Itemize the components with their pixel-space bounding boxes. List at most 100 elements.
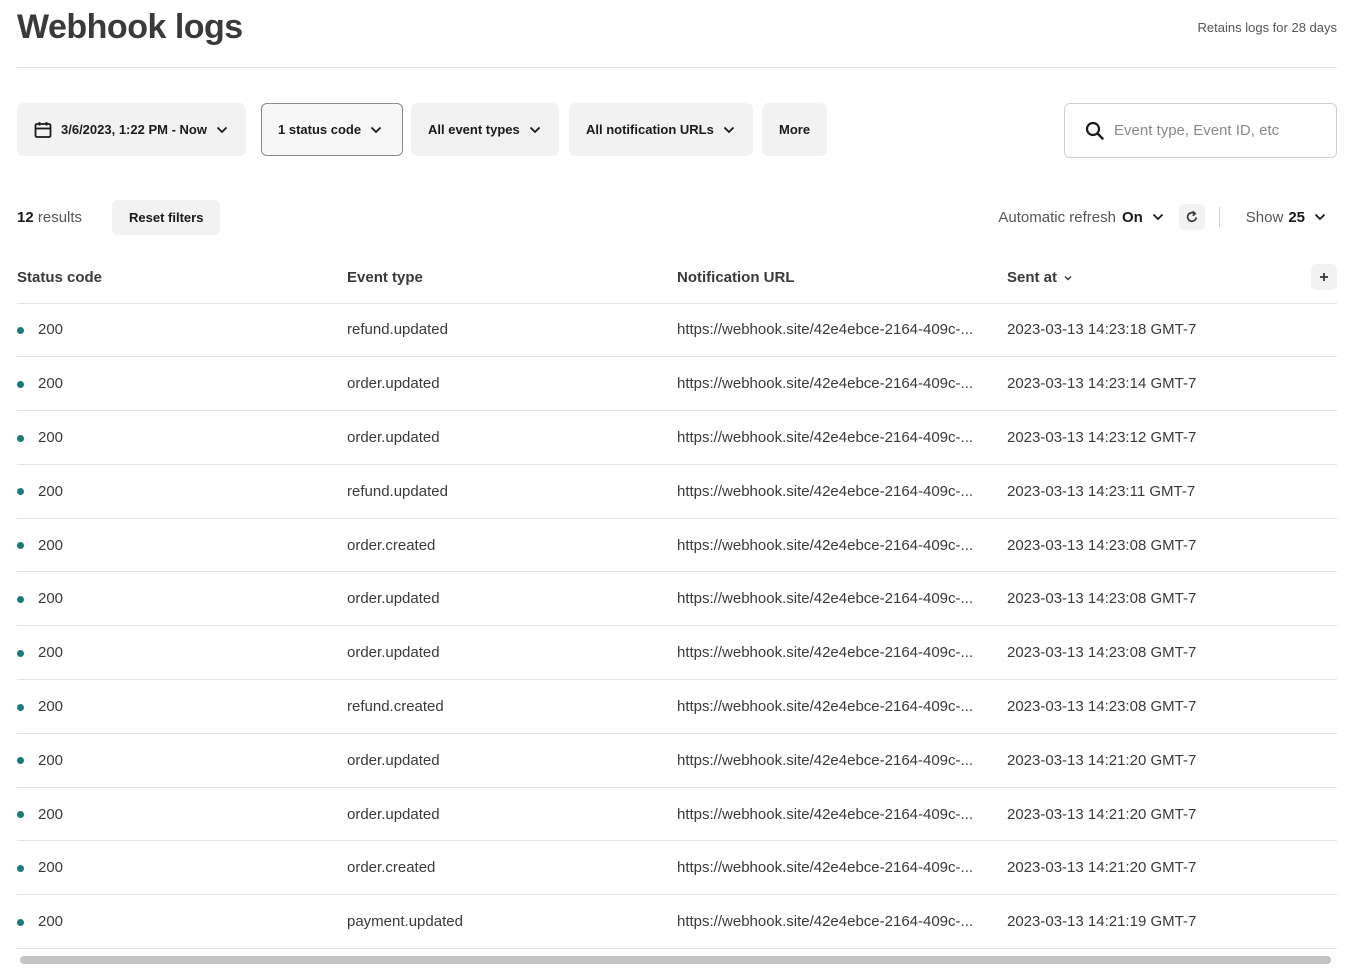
notification-url-cell: https://webhook.site/42e4ebce-2164-409c-… [677,464,1007,518]
empty-cell [1307,357,1337,411]
webhook-logs-table: Status code Event type Notification URL … [17,248,1337,949]
status-cell: 200 [17,357,347,411]
status-cell: 200 [17,464,347,518]
page-size-label: Show [1246,209,1284,226]
empty-cell [1307,841,1337,895]
empty-cell [1307,733,1337,787]
empty-cell [1307,303,1337,357]
empty-cell [1307,787,1337,841]
column-header-notification-url[interactable]: Notification URL [677,248,1007,303]
horizontal-scrollbar[interactable] [17,952,1337,966]
add-column-button[interactable] [1311,264,1337,290]
notification-url-cell: https://webhook.site/42e4ebce-2164-409c-… [677,357,1007,411]
table-row[interactable]: 200 order.updated https://webhook.site/4… [17,787,1337,841]
event-types-filter-label: All event types [428,122,520,137]
status-code: 200 [38,913,63,930]
notification-url: https://webhook.site/42e4ebce-2164-409c-… [677,483,1002,500]
toolbar-divider [1219,207,1220,227]
status-cell: 200 [17,572,347,626]
notification-urls-filter[interactable]: All notification URLs [569,103,753,156]
status-dot-icon [17,704,24,711]
results-label: results [38,209,82,226]
automatic-refresh-select[interactable]: Automatic refresh On [998,209,1164,226]
table-row[interactable]: 200 order.updated https://webhook.site/4… [17,572,1337,626]
more-filters-button[interactable]: More [762,103,827,156]
column-header-sent-at[interactable]: Sent at [1007,248,1307,303]
status-code: 200 [38,644,63,661]
column-header-sent-at-label: Sent at [1007,269,1057,286]
table-row[interactable]: 200 order.created https://webhook.site/4… [17,841,1337,895]
sent-at-cell: 2023-03-13 14:23:08 GMT-7 [1007,518,1307,572]
notification-url-cell: https://webhook.site/42e4ebce-2164-409c-… [677,518,1007,572]
table-row[interactable]: 200 order.updated https://webhook.site/4… [17,411,1337,465]
empty-cell [1307,572,1337,626]
table-row[interactable]: 200 order.updated https://webhook.site/4… [17,626,1337,680]
table-row[interactable]: 200 order.created https://webhook.site/4… [17,518,1337,572]
event-types-filter[interactable]: All event types [411,103,559,156]
status-code: 200 [38,537,63,554]
status-cell: 200 [17,411,347,465]
notification-url: https://webhook.site/42e4ebce-2164-409c-… [677,375,1002,392]
sent-at-cell: 2023-03-13 14:23:08 GMT-7 [1007,680,1307,734]
filter-bar: 3/6/2023, 1:22 PM - Now 1 status code Al… [17,68,1337,188]
sent-at-cell: 2023-03-13 14:21:20 GMT-7 [1007,733,1307,787]
more-filters-label: More [779,122,810,137]
table-row[interactable]: 200 refund.updated https://webhook.site/… [17,464,1337,518]
sent-at-cell: 2023-03-13 14:23:08 GMT-7 [1007,626,1307,680]
page-size-select[interactable]: Show 25 [1246,209,1327,226]
column-header-status-code[interactable]: Status code [17,248,347,303]
table-row[interactable]: 200 refund.updated https://webhook.site/… [17,303,1337,357]
status-cell: 200 [17,841,347,895]
table-row[interactable]: 200 refund.created https://webhook.site/… [17,680,1337,734]
notification-url: https://webhook.site/42e4ebce-2164-409c-… [677,590,1002,607]
event-type-cell: order.updated [347,787,677,841]
event-type-cell: order.updated [347,357,677,411]
notification-url: https://webhook.site/42e4ebce-2164-409c-… [677,698,1002,715]
add-column-cell [1307,248,1337,303]
table-body: 200 refund.updated https://webhook.site/… [17,303,1337,949]
notification-url-cell: https://webhook.site/42e4ebce-2164-409c-… [677,303,1007,357]
page-header: Webhook logs Retains logs for 28 days [17,0,1337,68]
status-code-filter[interactable]: 1 status code [261,103,403,156]
status-dot-icon [17,811,24,818]
date-range-filter[interactable]: 3/6/2023, 1:22 PM - Now [17,103,246,156]
search-input[interactable] [1114,122,1314,139]
table-header-row: Status code Event type Notification URL … [17,248,1337,303]
notification-url: https://webhook.site/42e4ebce-2164-409c-… [677,321,1002,338]
empty-cell [1307,411,1337,465]
sort-descending-icon [1063,273,1073,283]
sent-at-cell: 2023-03-13 14:23:08 GMT-7 [1007,572,1307,626]
table-row[interactable]: 200 order.updated https://webhook.site/4… [17,733,1337,787]
status-cell: 200 [17,895,347,949]
scrollbar-thumb[interactable] [20,956,1331,964]
notification-url: https://webhook.site/42e4ebce-2164-409c-… [677,806,1002,823]
notification-url: https://webhook.site/42e4ebce-2164-409c-… [677,752,1002,769]
status-code: 200 [38,321,63,338]
status-cell: 200 [17,518,347,572]
chevron-down-icon [1313,210,1327,224]
refresh-controls: Automatic refresh On Show 25 [998,202,1337,232]
search-box [1064,103,1337,158]
empty-cell [1307,518,1337,572]
table-row[interactable]: 200 order.updated https://webhook.site/4… [17,357,1337,411]
status-cell: 200 [17,626,347,680]
reset-filters-button[interactable]: Reset filters [112,200,220,235]
status-dot-icon [17,919,24,926]
notification-url: https://webhook.site/42e4ebce-2164-409c-… [677,913,1002,930]
refresh-button[interactable] [1179,204,1205,230]
notification-url-cell: https://webhook.site/42e4ebce-2164-409c-… [677,895,1007,949]
notification-url-cell: https://webhook.site/42e4ebce-2164-409c-… [677,411,1007,465]
table-row[interactable]: 200 payment.updated https://webhook.site… [17,895,1337,949]
status-code: 200 [38,752,63,769]
notification-url: https://webhook.site/42e4ebce-2164-409c-… [677,537,1002,554]
event-type-cell: order.created [347,518,677,572]
calendar-icon [34,121,52,139]
status-code: 200 [38,698,63,715]
retention-note: Retains logs for 28 days [1198,20,1337,35]
page-size-value: 25 [1288,209,1305,226]
notification-url-cell: https://webhook.site/42e4ebce-2164-409c-… [677,841,1007,895]
column-header-event-type[interactable]: Event type [347,248,677,303]
sent-at-cell: 2023-03-13 14:23:14 GMT-7 [1007,357,1307,411]
status-cell: 200 [17,733,347,787]
status-cell: 200 [17,787,347,841]
